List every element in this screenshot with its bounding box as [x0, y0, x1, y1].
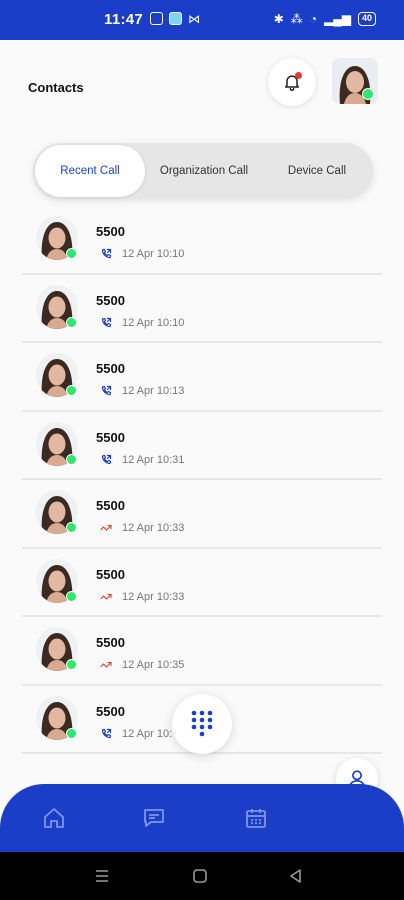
- notification-button[interactable]: [268, 58, 316, 106]
- call-number: 5500: [96, 292, 125, 308]
- outgoing-call-icon: [101, 317, 112, 327]
- missed-call-icon: [100, 524, 112, 531]
- online-indicator: [66, 590, 77, 602]
- page-title: Contacts: [28, 80, 84, 95]
- online-indicator: [66, 659, 77, 670]
- call-meta: 12 Apr 10:: [100, 728, 172, 740]
- back-icon[interactable]: [286, 866, 306, 886]
- app-icon: [169, 12, 182, 25]
- call-number: 5500: [96, 361, 125, 376]
- call-number: 5500: [96, 224, 125, 239]
- network-icon: ⁂: [290, 12, 303, 26]
- call-time: 12 Apr 10:: [122, 727, 173, 740]
- online-indicator: [66, 453, 77, 465]
- calendar-icon[interactable]: [243, 806, 269, 830]
- call-meta: 12 Apr 10:10: [100, 248, 184, 260]
- call-row[interactable]: 5500 12 Apr 10:33: [22, 480, 382, 549]
- call-meta: 12 Apr 10:10: [100, 317, 184, 329]
- call-row[interactable]: 5500 12 Apr 10:13: [22, 343, 382, 412]
- call-meta: 12 Apr 10:35: [100, 659, 184, 671]
- online-indicator: [66, 248, 77, 259]
- call-meta: 12 Apr 10:13: [100, 385, 184, 397]
- call-meta: 12 Apr 10:33: [100, 522, 184, 534]
- outgoing-call-icon: [101, 248, 112, 259]
- missed-call-icon: [100, 593, 112, 600]
- call-time: 12 Apr 10:31: [122, 453, 185, 466]
- system-icons: ✱ ⁂ ◔ ▂▄▆ 40: [274, 12, 376, 26]
- online-indicator: [66, 727, 77, 739]
- tab-organization-call[interactable]: Organization Call: [145, 145, 263, 197]
- call-row[interactable]: 5500 12 Apr 10:35: [22, 617, 382, 686]
- online-indicator: [362, 88, 374, 100]
- signal-icon: ▂▄▆: [324, 12, 351, 26]
- tab-device-call[interactable]: Device Call: [263, 145, 371, 197]
- call-row[interactable]: 5500 12 Apr 10:33: [22, 549, 382, 617]
- home-square-icon[interactable]: [190, 866, 210, 886]
- status-bar: 11:47 ⋈ ✱ ⁂ ◔ ▂▄▆ 40: [0, 0, 404, 40]
- call-time: 12 Apr 10:33: [122, 590, 185, 603]
- notification-icons: ⋈: [150, 12, 200, 26]
- call-number: 5500: [96, 429, 125, 445]
- tab-recent-call[interactable]: Recent Call: [35, 145, 145, 197]
- status-time: 11:47: [104, 11, 144, 28]
- call-time: 12 Apr 10:10: [122, 248, 185, 260]
- call-number: 5500: [96, 498, 125, 513]
- call-meta: 12 Apr 10:33: [100, 591, 184, 603]
- bluetooth-icon: ✱: [273, 12, 284, 26]
- recent-call-list: 5500 12 Apr 10:10 5500 12 Apr 10:10 5500 12 A…: [22, 206, 382, 754]
- call-number: 5500: [96, 566, 125, 582]
- menu-icon[interactable]: [92, 866, 112, 886]
- call-row[interactable]: 5500 12 Apr 10:31: [22, 412, 382, 480]
- mail-icon: ⋈: [188, 12, 200, 26]
- call-row[interactable]: 5500 12 Apr 10:10: [22, 275, 382, 343]
- outgoing-call-icon: [101, 385, 112, 396]
- outgoing-call-icon: [101, 728, 112, 738]
- system-navigation-bar: [0, 852, 404, 900]
- call-number: 5500: [96, 635, 125, 650]
- home-icon[interactable]: [41, 806, 67, 830]
- notification-badge: [295, 72, 302, 79]
- call-number: 5500: [96, 703, 125, 719]
- call-time: 12 Apr 10:13: [122, 385, 185, 397]
- online-indicator: [66, 522, 77, 533]
- call-row[interactable]: 5500 12 Apr 10:10: [22, 206, 382, 275]
- call-tabs: Recent Call Organization Call Device Cal…: [33, 143, 373, 199]
- gallery-icon: [150, 12, 163, 25]
- online-indicator: [66, 316, 77, 328]
- call-time: 12 Apr 10:35: [122, 659, 185, 671]
- call-time: 12 Apr 10:10: [122, 316, 185, 329]
- dialpad-icon: [191, 710, 213, 737]
- missed-call-icon: [100, 661, 112, 668]
- outgoing-call-icon: [101, 454, 112, 464]
- wifi-icon: ◔: [309, 12, 318, 26]
- chat-icon[interactable]: [141, 806, 167, 830]
- dialpad-button[interactable]: [172, 694, 232, 754]
- battery-icon: 40: [357, 12, 376, 26]
- call-meta: 12 Apr 10:31: [100, 454, 184, 466]
- call-time: 12 Apr 10:33: [122, 522, 185, 534]
- bottom-navigation: [0, 784, 404, 852]
- online-indicator: [66, 385, 77, 396]
